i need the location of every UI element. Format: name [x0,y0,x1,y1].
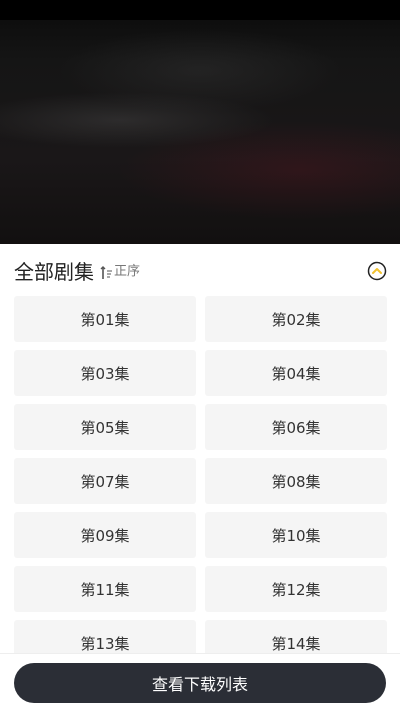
episode-item[interactable]: 第02集 [205,296,387,342]
video-player[interactable] [0,0,400,244]
status-bar [0,0,400,20]
chevron-up-circle-icon [367,261,387,281]
sort-label: 正序 [114,264,141,279]
episode-item[interactable]: 第07集 [14,458,196,504]
episode-item[interactable]: 第04集 [205,350,387,396]
view-download-list-button[interactable]: 查看下载列表 [14,663,386,703]
episode-item[interactable]: 第13集 [14,620,196,653]
episodes-header: 全部剧集 正序 [0,252,400,290]
episodes-title: 全部剧集 [14,260,94,284]
episode-item[interactable]: 第01集 [14,296,196,342]
episode-item[interactable]: 第10集 [205,512,387,558]
episode-item[interactable]: 第08集 [205,458,387,504]
episode-item[interactable]: 第11集 [14,566,196,612]
sort-order-icon [100,265,113,279]
episode-item[interactable]: 第03集 [14,350,196,396]
collapse-button[interactable] [367,261,387,281]
episode-item[interactable]: 第09集 [14,512,196,558]
episode-item[interactable]: 第12集 [205,566,387,612]
sort-toggle[interactable]: 正序 [100,263,140,281]
episode-item[interactable]: 第05集 [14,404,196,450]
bottom-bar: 查看下载列表 [0,653,400,712]
episode-item[interactable]: 第06集 [205,404,387,450]
episode-item[interactable]: 第14集 [205,620,387,653]
episode-grid: 第01集 第02集 第03集 第04集 第05集 第06集 第07集 第08集 第09集 第10集… [14,296,387,653]
